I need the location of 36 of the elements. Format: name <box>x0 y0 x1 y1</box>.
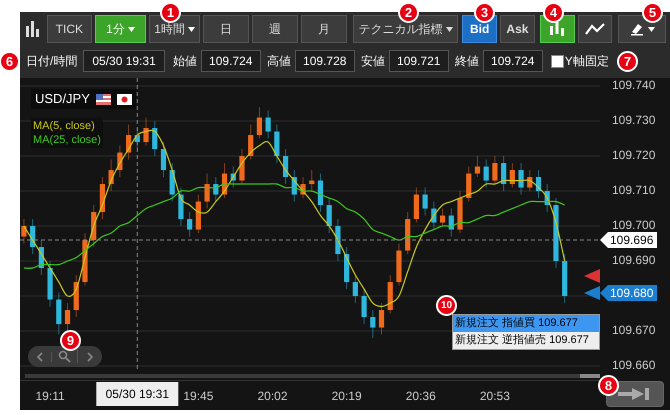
time-axis-label: 19:45 <box>183 388 214 405</box>
price-field: 109.728 <box>294 50 355 72</box>
price-label: 高値 <box>266 53 291 70</box>
symbol-label: USD/JPY <box>35 90 90 108</box>
price-axis-label: 109.660 <box>612 357 656 374</box>
price-axis-label: 109.740 <box>612 77 656 94</box>
price-axis-label: 109.730 <box>612 112 656 130</box>
crosshair-price-tag: 109.696 <box>600 232 658 248</box>
time-axis-label: 20:36 <box>406 388 436 405</box>
time-axis-label: 20:53 <box>480 388 510 405</box>
callout-tooltip: 6 <box>0 51 20 72</box>
datetime-label: 日付/時間 <box>26 53 78 70</box>
price-axis-label: 109.690 <box>612 252 656 270</box>
legend-label: MA(5, close) <box>33 119 96 133</box>
price-axis-label: 109.670 <box>612 322 656 340</box>
callout-tooltip: 4 <box>543 2 564 23</box>
price-field: 109.724 <box>200 50 261 72</box>
price-axis-label: 109.700 <box>612 217 656 234</box>
price-label: 終値 <box>454 53 479 70</box>
price-axis-label: 109.710 <box>612 182 656 200</box>
price-label: 始値 <box>172 53 197 70</box>
time-axis-label: 20:19 <box>332 388 362 405</box>
checkbox-label: Y軸固定 <box>564 53 609 70</box>
callout-tooltip: 2 <box>398 2 419 23</box>
time-axis-label: 20:02 <box>257 388 288 405</box>
callout-tooltip: 5 <box>642 2 663 23</box>
callout-tooltip: 1 <box>160 2 181 23</box>
time-axis-label: 19:11 <box>36 388 65 405</box>
price-field: 109.721 <box>388 50 449 72</box>
crosshair-time-tag: 05/30 19:31 <box>96 382 178 406</box>
legend-label: MA(25, close) <box>33 133 101 147</box>
price-axis-label: 109.720 <box>612 147 656 164</box>
datetime-field: 05/30 19:31 <box>83 50 165 72</box>
callout-tooltip: 3 <box>474 2 495 23</box>
price-field: 109.724 <box>482 50 543 72</box>
price-label: 安値 <box>360 53 385 70</box>
